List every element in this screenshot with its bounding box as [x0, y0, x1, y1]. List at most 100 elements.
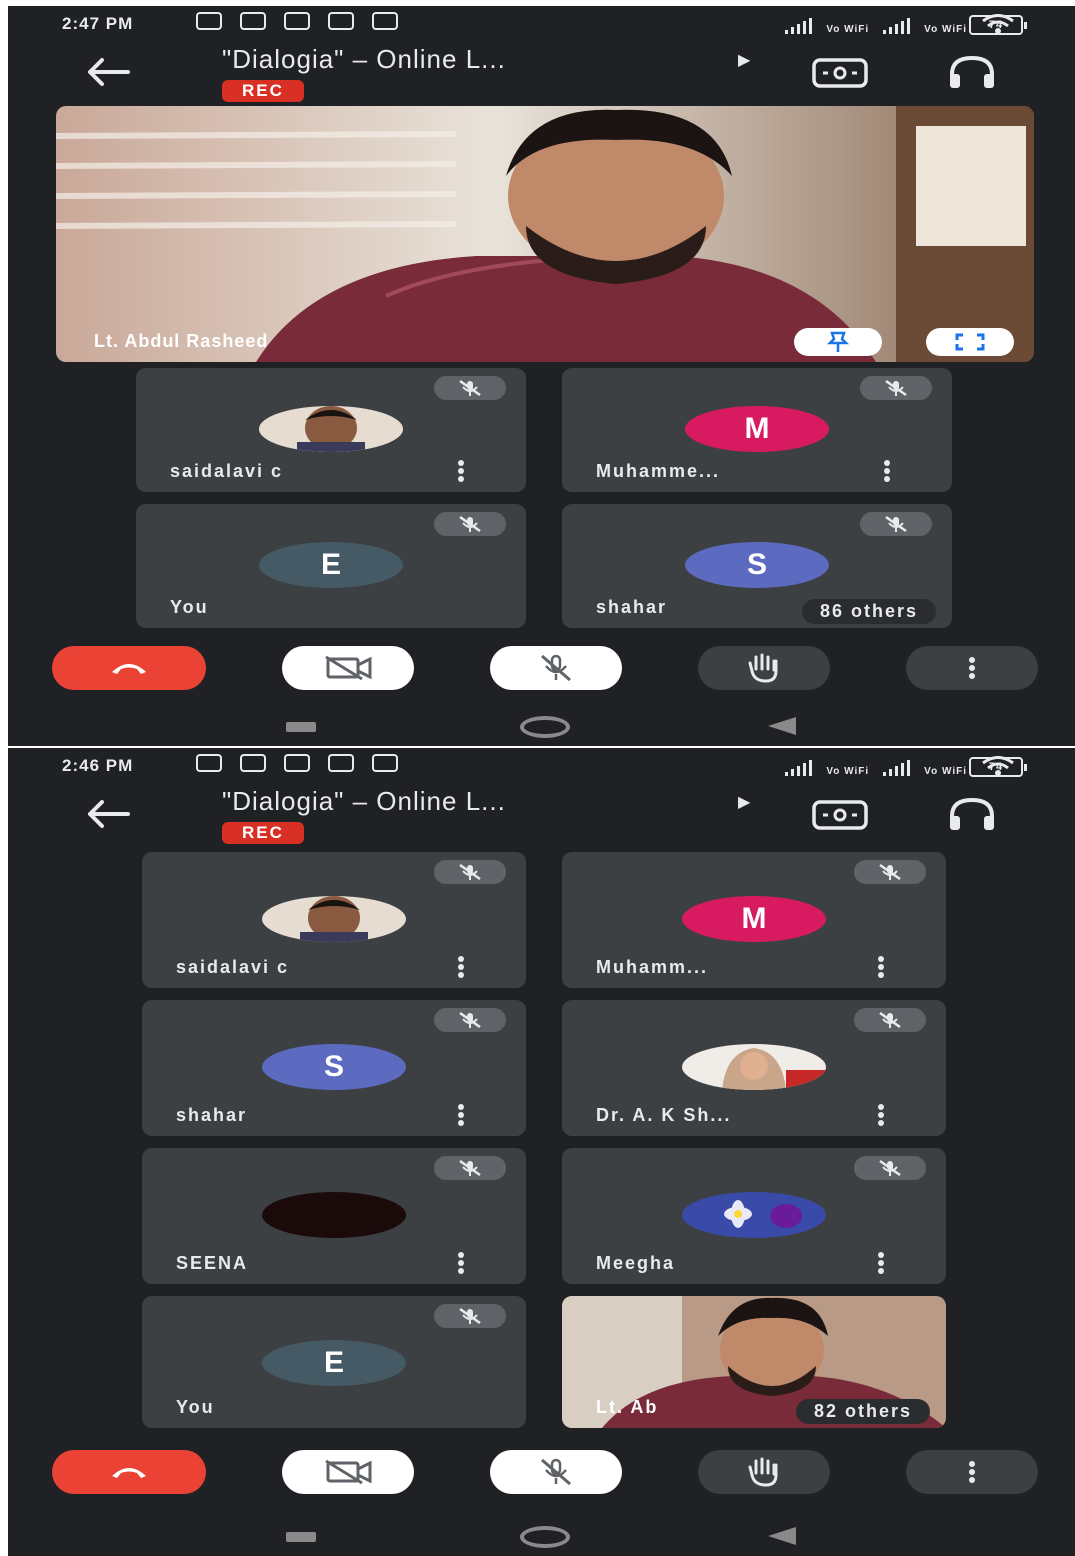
camera-toggle-button[interactable] — [282, 1450, 414, 1494]
participant-tile[interactable]: M Muhamme... — [562, 368, 952, 492]
raise-hand-button[interactable] — [698, 1450, 830, 1494]
arrow-left-icon[interactable] — [82, 54, 132, 90]
camera-switch-icon[interactable] — [808, 796, 872, 832]
participant-name: shahar — [596, 597, 668, 617]
battery-icon: 74 — [969, 757, 1027, 777]
more-vert-icon[interactable] — [876, 1252, 886, 1274]
more-vert-icon — [969, 1461, 975, 1483]
participant-name: saidalavi c — [170, 461, 284, 481]
more-options-button[interactable] — [906, 1450, 1038, 1494]
mic-off-icon — [459, 515, 481, 533]
mic-toggle-button[interactable] — [490, 1450, 622, 1494]
participant-name: You — [176, 1397, 215, 1417]
more-options-button[interactable] — [906, 646, 1038, 690]
mic-off-badge — [434, 1156, 506, 1180]
home-nav-icon[interactable] — [520, 1526, 570, 1548]
headset-icon — [284, 754, 310, 772]
home-nav-icon[interactable] — [520, 716, 570, 738]
status-time: 2:47 PM — [62, 14, 134, 33]
recents-nav-icon[interactable] — [286, 1532, 316, 1542]
gallery-icon — [372, 754, 398, 772]
participant-tile[interactable]: saidalavi c — [136, 368, 526, 492]
others-count-badge[interactable]: 86 others — [801, 599, 936, 624]
raise-hand-button[interactable] — [698, 646, 830, 690]
mic-off-badge — [860, 512, 932, 536]
more-vert-icon[interactable] — [882, 460, 892, 482]
participant-avatar-letter: S — [262, 1044, 406, 1090]
mic-off-icon — [879, 1011, 901, 1029]
caret-right-icon[interactable]: ▶ — [738, 50, 750, 70]
more-vert-icon[interactable] — [456, 1104, 466, 1126]
participant-tile[interactable]: M Muhamm... — [562, 852, 946, 988]
participant-name: Muhamm... — [596, 957, 709, 977]
instagram-icon — [328, 754, 354, 772]
headset-icon — [284, 12, 310, 30]
speaker-video-frame — [56, 106, 1034, 362]
participant-avatar-photo — [262, 896, 406, 942]
participant-name: saidalavi c — [176, 957, 290, 977]
participant-tile[interactable]: saidalavi c — [142, 852, 526, 988]
participant-tile-self[interactable]: E You — [136, 504, 526, 628]
participant-video-tile[interactable]: Lt. Ab 82 others — [562, 1296, 946, 1428]
mic-off-badge — [434, 512, 506, 536]
videocam-off-icon — [325, 1459, 372, 1485]
others-count-badge[interactable]: 82 others — [795, 1399, 930, 1424]
alarm-icon — [240, 12, 266, 30]
recents-nav-icon[interactable] — [286, 722, 316, 732]
participant-tile-self[interactable]: E You — [142, 1296, 526, 1428]
headphones-icon[interactable] — [944, 52, 1000, 92]
vowifi-label: Vo WiFi — [826, 766, 870, 777]
instagram-icon — [328, 12, 354, 30]
fullscreen-button[interactable] — [926, 328, 1014, 356]
participant-name: Muhamme... — [596, 461, 721, 481]
fullscreen-icon — [955, 333, 985, 351]
meet-screen-1: 2:47 PM Vo WiFi Vo WiFi 74 "Dialogia" – … — [8, 6, 1075, 746]
more-vert-icon[interactable] — [876, 1104, 886, 1126]
more-vert-icon[interactable] — [456, 956, 466, 978]
participant-name: shahar — [176, 1105, 248, 1125]
call-controls — [8, 646, 1075, 690]
headphones-icon[interactable] — [944, 794, 1000, 834]
participant-tile[interactable]: SEENA — [142, 1148, 526, 1284]
camera-toggle-button[interactable] — [282, 646, 414, 690]
participant-avatar-letter: M — [685, 406, 829, 452]
participant-avatar-letter: M — [682, 896, 826, 942]
system-nav-bar — [8, 714, 1075, 742]
meeting-title[interactable]: "Dialogia" – Online L... — [222, 44, 506, 75]
mic-off-icon — [459, 1011, 481, 1029]
mic-off-icon — [459, 1159, 481, 1177]
more-vert-icon[interactable] — [456, 1252, 466, 1274]
participant-avatar-letter: E — [259, 542, 403, 588]
back-nav-icon[interactable] — [768, 717, 796, 735]
back-nav-icon[interactable] — [768, 1527, 796, 1545]
more-vert-icon[interactable] — [456, 460, 466, 482]
call-end-icon — [112, 1468, 146, 1478]
participant-tile[interactable]: Meegha — [562, 1148, 946, 1284]
battery-icon: 74 — [969, 15, 1027, 35]
notification-icons — [196, 12, 398, 30]
arrow-left-icon[interactable] — [82, 796, 132, 832]
more-vert-icon[interactable] — [876, 956, 886, 978]
mic-off-icon — [459, 863, 481, 881]
meeting-title[interactable]: "Dialogia" – Online L... — [222, 786, 506, 817]
mic-off-icon — [541, 654, 571, 682]
pin-icon — [826, 331, 850, 352]
recording-badge: REC — [222, 822, 304, 844]
participant-tile[interactable]: S shahar — [142, 1000, 526, 1136]
mic-off-badge — [434, 376, 506, 400]
participant-tile[interactable]: Dr. A. K Sh... — [562, 1000, 946, 1136]
raise-hand-icon — [748, 1457, 778, 1487]
leave-call-button[interactable] — [52, 646, 206, 690]
meeting-header: "Dialogia" – Online L... ▶ REC — [8, 778, 1075, 844]
mic-toggle-button[interactable] — [490, 646, 622, 690]
mic-off-badge — [434, 860, 506, 884]
camera-switch-icon[interactable] — [808, 54, 872, 90]
meet-screen-2: 2:46 PM Vo WiFi Vo WiFi 74 "Dialogia" – … — [8, 748, 1075, 1556]
caret-right-icon[interactable]: ▶ — [738, 792, 750, 812]
participant-tile[interactable]: S shahar 86 others — [562, 504, 952, 628]
main-speaker-video[interactable]: Lt. Abdul Rasheed — [56, 106, 1034, 362]
pin-button[interactable] — [794, 328, 882, 356]
leave-call-button[interactable] — [52, 1450, 206, 1494]
dnd-icon — [196, 12, 222, 30]
signal-icon — [883, 760, 911, 776]
